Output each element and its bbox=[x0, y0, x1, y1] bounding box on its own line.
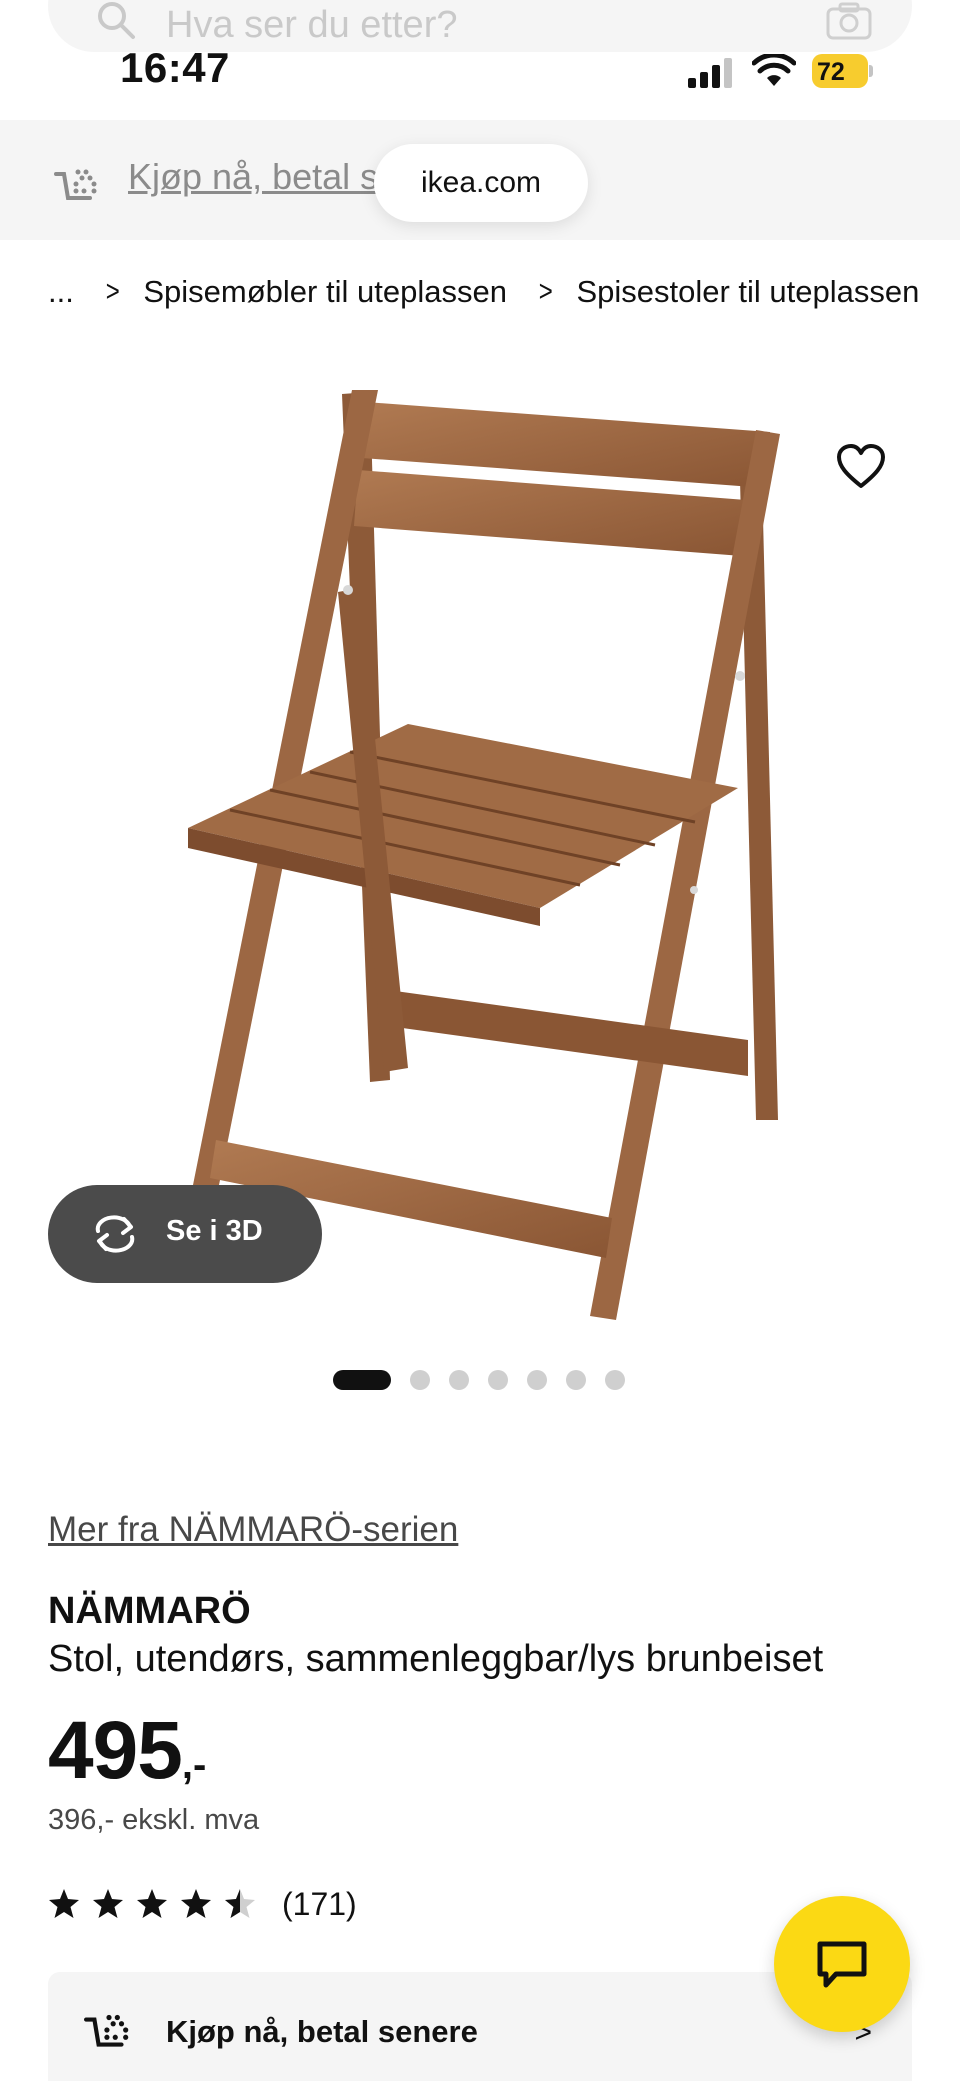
product-description: Stol, utendørs, sammenleggbar/lys brunbe… bbox=[48, 1638, 824, 1680]
pagination-dot[interactable] bbox=[605, 1370, 625, 1390]
price-suffix: ,- bbox=[181, 1743, 207, 1787]
product-name: NÄMMARÖ bbox=[48, 1590, 251, 1632]
breadcrumb-item[interactable]: Spisestoler til uteplassen bbox=[576, 274, 919, 310]
price-amount: 495 bbox=[48, 1705, 183, 1796]
breadcrumb-ellipsis[interactable]: ... bbox=[48, 274, 74, 310]
cart-icon bbox=[84, 2014, 129, 2047]
bnpl-label: Kjøp nå, betal senere bbox=[166, 2014, 478, 2049]
search-input[interactable]: Hva ser du etter? bbox=[166, 4, 457, 47]
chat-button[interactable] bbox=[774, 1896, 910, 2032]
rating-count: (171) bbox=[282, 1885, 357, 1922]
view-3d-label: Se i 3D bbox=[166, 1215, 263, 1247]
star-icon bbox=[137, 1889, 167, 1918]
price-ex-vat: 396,- ekskl. mva bbox=[48, 1804, 260, 1836]
cart-icon bbox=[54, 169, 97, 200]
status-time: 16:47 bbox=[120, 44, 230, 91]
view-3d-button[interactable]: Se i 3D bbox=[48, 1185, 322, 1283]
url-pill[interactable]: ikea.com bbox=[374, 144, 588, 222]
image-pagination bbox=[333, 1370, 644, 1390]
star-icon bbox=[49, 1889, 79, 1918]
chevron-right-icon: > bbox=[105, 275, 120, 308]
battery-indicator: 72 bbox=[812, 54, 873, 88]
promo-link[interactable]: Kjøp nå, betal s bbox=[128, 156, 378, 198]
series-link[interactable]: Mer fra NÄMMARÖ-serien bbox=[48, 1510, 458, 1550]
rotate-3d-icon bbox=[95, 1215, 135, 1253]
search-icon bbox=[98, 2, 135, 39]
product-price: 495,- bbox=[48, 1704, 206, 1798]
heart-icon[interactable] bbox=[836, 444, 886, 490]
chevron-right-icon: > bbox=[538, 275, 553, 308]
pagination-dot[interactable] bbox=[488, 1370, 508, 1390]
rating[interactable]: (171) bbox=[48, 1882, 357, 1926]
pagination-dot[interactable] bbox=[449, 1370, 469, 1390]
camera-icon[interactable] bbox=[826, 2, 872, 40]
star-half-icon bbox=[225, 1889, 255, 1918]
pagination-dot[interactable] bbox=[410, 1370, 430, 1390]
pagination-dot[interactable] bbox=[566, 1370, 586, 1390]
chat-icon bbox=[817, 1941, 867, 1988]
star-icon bbox=[181, 1889, 211, 1918]
star-icon bbox=[93, 1889, 123, 1918]
signal-icon bbox=[688, 58, 732, 88]
breadcrumb: ... > Spisemøbler til uteplassen > Spise… bbox=[48, 270, 919, 314]
wifi-icon bbox=[752, 54, 796, 86]
breadcrumb-item[interactable]: Spisemøbler til uteplassen bbox=[143, 274, 507, 310]
battery-level: 72 bbox=[817, 58, 845, 86]
pagination-dot[interactable] bbox=[527, 1370, 547, 1390]
pagination-dot-active[interactable] bbox=[333, 1370, 391, 1390]
